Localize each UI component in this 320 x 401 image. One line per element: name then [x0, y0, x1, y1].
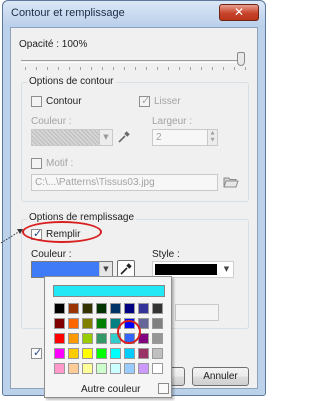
color-swatch[interactable]	[82, 318, 93, 329]
stroke-width-label: Largeur :	[152, 116, 193, 127]
slider-tick	[124, 67, 125, 70]
opacity-label: Opacité : 100%	[19, 39, 88, 50]
slider-tick	[212, 67, 213, 70]
color-swatch[interactable]	[68, 333, 79, 344]
color-swatch[interactable]	[68, 348, 79, 359]
close-button[interactable]: ✕	[219, 4, 259, 21]
chevron-down-icon: ▼	[220, 262, 233, 277]
color-swatch[interactable]	[110, 303, 121, 314]
opacity-slider-thumb[interactable]	[237, 52, 245, 66]
chevron-down-icon: ▼	[99, 130, 112, 145]
slider-tick	[47, 67, 48, 70]
slider-tick	[102, 67, 103, 70]
highlight-fill-ellipse	[22, 221, 102, 243]
color-swatch[interactable]	[54, 363, 65, 374]
color-swatch[interactable]	[152, 333, 163, 344]
smooth-check-icon: ✓	[141, 94, 151, 107]
folder-icon[interactable]	[223, 175, 239, 189]
slider-tick	[234, 67, 235, 70]
color-swatch[interactable]	[82, 303, 93, 314]
color-swatch[interactable]	[152, 363, 163, 374]
color-swatch[interactable]	[54, 303, 65, 314]
apply-check-icon: ✓	[33, 346, 43, 359]
slider-tick	[135, 67, 136, 70]
slider-tick	[168, 67, 169, 70]
color-swatch[interactable]	[68, 363, 79, 374]
opacity-slider-track[interactable]	[21, 60, 244, 63]
color-swatch[interactable]	[54, 318, 65, 329]
stroke-options-title: Options de contour	[27, 76, 116, 87]
color-swatch[interactable]	[138, 348, 149, 359]
color-swatch[interactable]	[82, 348, 93, 359]
color-swatch[interactable]	[152, 348, 163, 359]
chevron-down-icon: ▼	[99, 262, 112, 277]
fill-style-label: Style :	[152, 249, 180, 260]
color-swatch[interactable]	[82, 333, 93, 344]
eyedropper-icon	[120, 263, 132, 275]
slider-tick	[201, 67, 202, 70]
slider-tick	[69, 67, 70, 70]
other-color-checkbox[interactable]	[158, 383, 169, 394]
pattern-path-value: C:\...\Patterns\Tissus03.jpg	[35, 177, 155, 188]
fill-color-label: Couleur :	[31, 249, 72, 260]
slider-tick	[146, 67, 147, 70]
color-swatch[interactable]	[110, 363, 121, 374]
stroke-width-spinner[interactable]: ▲ ▼	[207, 130, 217, 145]
slider-tick	[25, 67, 26, 70]
color-swatch[interactable]	[124, 348, 135, 359]
apply-checkbox[interactable]: ✓	[31, 346, 43, 359]
slider-tick	[80, 67, 81, 70]
color-swatch[interactable]	[96, 318, 107, 329]
color-swatch[interactable]	[152, 303, 163, 314]
pattern-label: Motif :	[46, 158, 74, 169]
title-bar[interactable]: Contour et remplissage ✕	[3, 1, 265, 27]
slider-tick	[245, 67, 246, 70]
gradient-field[interactable]	[175, 304, 219, 321]
slider-tick	[179, 67, 180, 70]
color-swatch[interactable]	[124, 363, 135, 374]
slider-tick	[223, 67, 224, 70]
other-color-label[interactable]: Autre couleur	[81, 384, 140, 395]
color-swatch[interactable]	[54, 333, 65, 344]
slider-tick	[36, 67, 37, 70]
cancel-button[interactable]: Annuler	[192, 367, 249, 386]
color-swatch[interactable]	[124, 303, 135, 314]
color-swatch[interactable]	[82, 363, 93, 374]
color-swatch[interactable]	[96, 348, 107, 359]
color-swatch[interactable]	[68, 303, 79, 314]
color-swatch[interactable]	[110, 348, 121, 359]
contour-label: Contour	[46, 96, 82, 107]
stroke-width-value: 2	[156, 132, 162, 143]
window-title: Contour et remplissage	[11, 7, 125, 19]
slider-tick	[58, 67, 59, 70]
cancel-button-label: Annuler	[203, 371, 238, 382]
fill-style-swatch	[155, 264, 217, 275]
color-swatch[interactable]	[138, 363, 149, 374]
slider-tick	[113, 67, 114, 70]
stroke-color-dropdown[interactable]: ▼	[31, 129, 113, 146]
color-palette-popup: Autre couleur	[44, 276, 172, 398]
stroke-width-input[interactable]: 2 ▲ ▼	[152, 129, 218, 146]
color-swatch[interactable]	[96, 333, 107, 344]
color-swatch[interactable]	[68, 318, 79, 329]
stroke-color-label: Couleur :	[31, 116, 72, 127]
eyedropper-icon[interactable]	[117, 130, 131, 144]
smooth-checkbox[interactable]: ✓	[139, 94, 151, 107]
pattern-checkbox[interactable]	[31, 158, 42, 169]
color-swatch[interactable]	[96, 303, 107, 314]
slider-tick	[157, 67, 158, 70]
color-swatch[interactable]	[54, 348, 65, 359]
palette-current-color[interactable]	[53, 285, 165, 297]
color-swatch[interactable]	[96, 363, 107, 374]
color-swatch[interactable]	[152, 318, 163, 329]
contour-checkbox[interactable]	[31, 96, 42, 107]
smooth-label: Lisser	[154, 96, 181, 107]
highlight-swatch-ellipse	[117, 320, 141, 344]
pattern-path-field[interactable]: C:\...\Patterns\Tissus03.jpg	[31, 174, 218, 191]
slider-tick	[91, 67, 92, 70]
slider-tick	[190, 67, 191, 70]
color-swatch[interactable]	[138, 303, 149, 314]
